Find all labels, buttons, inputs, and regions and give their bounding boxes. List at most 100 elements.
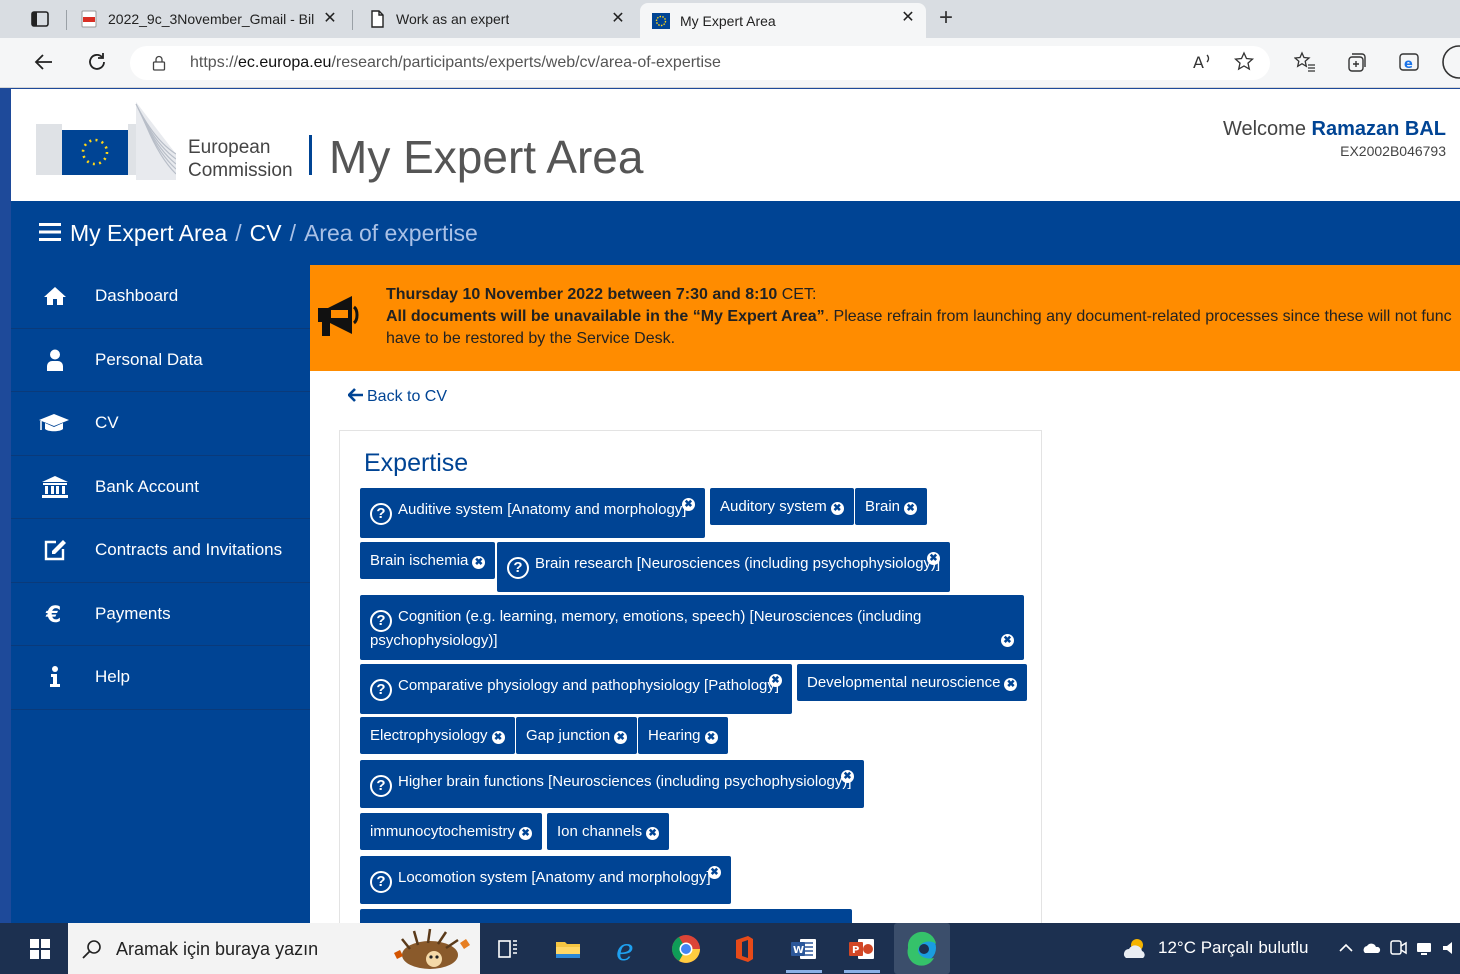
remove-tag-icon[interactable]: ✖: [708, 866, 721, 879]
network-icon[interactable]: [1414, 938, 1434, 958]
profile-icon[interactable]: [1440, 44, 1460, 80]
lock-icon[interactable]: [152, 55, 166, 71]
remove-tag-icon[interactable]: ✖: [519, 827, 533, 840]
weather-widget[interactable]: 12°C Parçalı bulutlu: [1122, 936, 1308, 960]
help-icon[interactable]: ?: [370, 503, 392, 525]
tab-my-expert-area[interactable]: My Expert Area ✕: [640, 3, 926, 38]
help-icon[interactable]: ?: [370, 871, 392, 893]
windows-start-icon[interactable]: [30, 939, 50, 959]
new-tab-icon[interactable]: +: [934, 6, 958, 31]
sidebar-item-payments[interactable]: € Payments: [11, 583, 310, 646]
close-tab-icon[interactable]: ✕: [900, 10, 916, 26]
remove-tag-icon[interactable]: ✖: [614, 731, 628, 744]
help-icon[interactable]: ?: [370, 679, 392, 701]
read-aloud-icon[interactable]: A: [1192, 51, 1214, 73]
office-icon[interactable]: [726, 931, 762, 967]
back-arrow-icon[interactable]: [32, 50, 56, 74]
svg-text:e: e: [616, 933, 634, 967]
sidebar-item-cv[interactable]: CV: [11, 392, 310, 456]
tab-actions-icon[interactable]: [30, 9, 50, 29]
sidebar-item-dashboard[interactable]: Dashboard: [11, 265, 310, 329]
onedrive-cloud-icon[interactable]: [1362, 938, 1382, 958]
remove-tag-icon[interactable]: ✖: [1004, 678, 1018, 691]
remove-tag-icon[interactable]: ✖: [682, 498, 695, 511]
breadcrumb-my-expert-area[interactable]: My Expert Area: [70, 220, 227, 246]
breadcrumb-bar: My Expert Area / CV / Area of expertise: [11, 201, 1460, 265]
collections-icon[interactable]: [1346, 51, 1368, 73]
powerpoint-app[interactable]: P: [844, 931, 880, 973]
favorites-icon[interactable]: [1294, 51, 1316, 73]
file-explorer-icon[interactable]: [550, 931, 586, 967]
site-header: European Commission My Expert Area Welco…: [11, 89, 1460, 202]
remove-tag-icon[interactable]: ✖: [646, 827, 660, 840]
reload-icon[interactable]: [85, 50, 109, 74]
tab-title: My Expert Area: [680, 12, 776, 29]
breadcrumb: My Expert Area / CV / Area of expertise: [70, 220, 478, 247]
task-view-icon[interactable]: [490, 931, 526, 967]
add-favorite-icon[interactable]: [1234, 51, 1256, 73]
remove-tag-icon[interactable]: ✖: [704, 731, 718, 744]
tab-gmail-pdf[interactable]: 2022_9c_3November_Gmail - Bil ✕: [80, 4, 348, 34]
breadcrumb-current: Area of expertise: [303, 220, 478, 246]
edge-app[interactable]: [894, 923, 950, 974]
menu-icon[interactable]: [39, 222, 61, 242]
expertise-tag: ? Brain research [Neurosciences (includin…: [497, 542, 950, 592]
powerpoint-icon: P: [849, 939, 874, 959]
search-highlight-hedgehog-icon[interactable]: [390, 927, 478, 971]
expertise-tag: Brain ✖: [855, 488, 928, 525]
running-indicator: [844, 970, 880, 973]
site-title[interactable]: My Expert Area: [329, 130, 643, 184]
user-name[interactable]: Ramazan BAL: [1312, 118, 1446, 140]
remove-tag-icon[interactable]: ✖: [472, 556, 486, 569]
sidebar-item-label: Bank Account: [95, 476, 199, 496]
chevron-up-icon[interactable]: [1336, 938, 1356, 958]
help-icon[interactable]: ?: [370, 775, 392, 797]
chrome-icon[interactable]: [668, 931, 704, 967]
sidebar-item-bank-account[interactable]: Bank Account: [11, 456, 310, 519]
url-path: /research/participants/experts/web/cv/ar…: [331, 54, 721, 71]
sidebar-item-personal-data[interactable]: Personal Data: [11, 329, 310, 392]
remove-tag-icon[interactable]: ✖: [491, 731, 505, 744]
european-commission-logo[interactable]: [36, 102, 176, 180]
breadcrumb-cv[interactable]: CV: [250, 220, 282, 246]
browser-address-bar: https://ec.europa.eu/research/participan…: [0, 38, 1460, 88]
sidebar-item-help[interactable]: Help: [11, 646, 310, 710]
url-field[interactable]: https://ec.europa.eu/research/participan…: [130, 46, 1270, 80]
tag-label: Locomotion system [Anatomy and morpholog…: [398, 869, 711, 886]
welcome-text: Welcome: [1222, 118, 1306, 140]
megaphone-icon: [318, 296, 359, 336]
remove-tag-icon[interactable]: ✖: [904, 502, 918, 515]
expertise-tag: ? Auditive system [Anatomy and morphology…: [360, 488, 705, 538]
back-to-cv-link[interactable]: Back to CV: [348, 388, 447, 406]
remove-tag-icon[interactable]: ✖: [769, 674, 782, 687]
speaker-icon[interactable]: [1440, 938, 1460, 958]
tab-work-as-expert[interactable]: Work as an expert ✕: [368, 4, 636, 34]
notice-headline: All documents will be unavailable in the…: [386, 308, 825, 325]
internet-explorer-icon[interactable]: e: [610, 931, 646, 967]
remove-tag-icon[interactable]: ✖: [1001, 634, 1014, 647]
remove-tag-icon[interactable]: ✖: [841, 770, 854, 783]
tab-title: Work as an expert: [396, 11, 510, 27]
header-divider: [309, 135, 312, 175]
tag-label: Hearing: [648, 727, 701, 744]
sidebar-item-label: Contracts and Invitations: [95, 540, 283, 560]
home-icon: [44, 287, 66, 306]
ie-mode-icon[interactable]: e: [1398, 51, 1420, 73]
url-text: https://ec.europa.eu/research/participan…: [190, 54, 721, 72]
close-tab-icon[interactable]: ✕: [322, 11, 338, 27]
close-tab-icon[interactable]: ✕: [610, 11, 626, 27]
sidebar-item-contracts[interactable]: Contracts and Invitations: [11, 519, 310, 583]
help-icon[interactable]: ?: [370, 610, 392, 632]
expertise-tag: ? Cognition (e.g. learning, memory, emoti…: [360, 595, 1024, 660]
help-icon[interactable]: ?: [507, 557, 529, 579]
meet-now-icon[interactable]: [1388, 938, 1408, 958]
info-icon: [50, 666, 60, 688]
expertise-tag: ? Comparative physiology and pathophysiol…: [360, 664, 792, 714]
expertise-tag: Electrophysiology ✖: [360, 717, 515, 754]
word-app[interactable]: W: [786, 931, 822, 973]
remove-tag-icon[interactable]: ✖: [927, 552, 940, 565]
org-line-1: European: [188, 137, 271, 158]
remove-tag-icon[interactable]: ✖: [830, 502, 844, 515]
pdf-icon: [81, 10, 97, 28]
windows-taskbar: Aramak için buraya yazın e W P 12°C Parç…: [0, 923, 1460, 974]
